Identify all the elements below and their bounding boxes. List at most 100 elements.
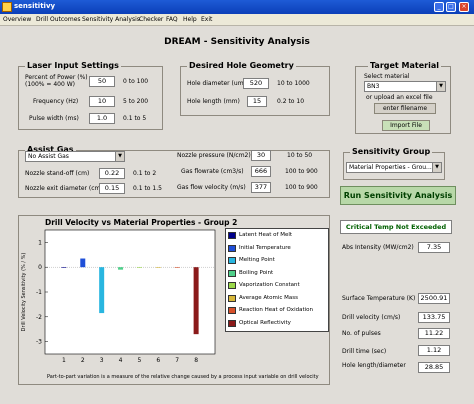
hole-ratio-label: Hole length/diameter [342,362,406,369]
frequency-input[interactable]: 10 [89,96,115,107]
menu-sensitivity-analysis[interactable]: Sensitivity Analysis [82,16,140,23]
x-tick-label: 1 [62,357,66,364]
surface-temp-value: 2500.91 [418,293,450,304]
menu-help[interactable]: Help [183,16,197,23]
gas-velocity-range: 100 to 900 [285,184,318,191]
sensitivity-group-dropdown[interactable]: Material Properties - Grou... ▼ [346,162,442,173]
menu-faq[interactable]: FAQ [166,16,178,23]
gas-flowrate-input[interactable]: 666 [251,166,271,177]
legend-label: Boiling Point [239,269,274,276]
hole-length-input[interactable]: 15 [247,96,267,107]
page-title: DREAM - Sensitivity Analysis [164,37,310,47]
standoff-label: Nozzle stand-off (cm) [25,170,90,177]
legend-swatch [228,319,236,327]
bar-8 [193,267,199,335]
percent-power-range: 0 to 100 [123,78,149,85]
gas-velocity-input[interactable]: 377 [251,182,271,193]
legend-swatch [228,244,236,252]
drill-velocity-label: Drill velocity (cm/s) [342,314,401,321]
laser-input-panel: Laser Input Settings Percent of Power (%… [18,61,163,130]
x-tick-label: 8 [194,357,198,364]
critical-temp-status: Critical Temp Not Exceeded [340,220,452,234]
y-tick-label: -3 [36,339,42,346]
frequency-label: Frequency (Hz) [33,98,79,105]
gas-velocity-label: Gas flow velocity (m/s) [177,184,246,191]
title-bar: sensititivy _ □ × [0,0,474,14]
plot-area [44,229,216,355]
frequency-range: 5 to 200 [123,98,149,105]
material-selected: BN3 [367,83,380,90]
app-icon [2,2,12,12]
exit-diameter-range: 0.1 to 1.5 [133,185,162,192]
bar-5 [136,267,142,268]
pulse-width-input[interactable]: 1.0 [89,113,115,124]
percent-power-sublabel: (100% = 400 W) [25,81,75,88]
x-tick-label: 3 [100,357,104,364]
menu-bar: Overview Drill Outcomes Sensitivity Anal… [0,14,474,26]
menu-exit[interactable]: Exit [201,16,212,23]
y-axis-label: Drill Velocity Sensitivity (% / %) [21,253,27,332]
legend-label: Initial Temperature [239,244,291,251]
bar-4 [118,267,124,270]
hole-diameter-input[interactable]: 520 [243,78,269,89]
drill-time-label: Drill time (sec) [342,348,387,355]
legend-label: Latent Heat of Melt [239,232,293,238]
legend-swatch [228,257,236,264]
assist-gas-selected: No Assist Gas [28,153,69,160]
abs-intensity-label: Abs Intensity (MW/cm2) [342,244,414,251]
pulse-width-range: 0.1 to 5 [123,115,147,122]
drill-time-value: 1.12 [418,345,450,356]
legend-swatch [228,269,236,277]
upload-label: or upload an excel file [366,94,433,101]
exit-diameter-input[interactable]: 0.15 [99,183,125,194]
legend-label: Vaporization Constant [239,282,300,288]
pulse-width-label: Pulse width (ms) [29,115,79,122]
percent-power-input[interactable]: 50 [89,76,115,87]
chart-legend: Latent Heat of Melt Initial Temperature Me… [225,228,329,332]
exit-diameter-label: Nozzle exit diameter (cm) [25,185,103,192]
hole-length-range: 0.2 to 10 [277,98,305,105]
nozzle-pressure-label: Nozzle pressure (N/cm2) [177,152,251,159]
legend-swatch [228,307,236,314]
menu-drill-outcomes[interactable]: Drill Outcomes [36,16,81,23]
legend-swatch [228,232,236,239]
chevron-down-icon: ▼ [432,163,441,172]
filename-input[interactable]: enter filename [374,103,436,114]
chevron-down-icon: ▼ [115,152,124,161]
hole-diameter-label: Hole diameter (um) [187,80,246,87]
y-tick-label: 1 [38,239,42,246]
gas-flowrate-label: Gas flowrate (cm3/s) [181,168,244,175]
target-material-panel: Target Material Select material BN3 ▼ or … [355,61,451,134]
sensitivity-group-panel: Sensitivity Group Material Properties - … [343,147,445,180]
material-dropdown[interactable]: BN3 ▼ [364,81,446,92]
bar-2 [80,258,86,268]
bar-7 [174,267,180,268]
window-title: sensititivy [14,2,56,10]
menu-overview[interactable]: Overview [3,16,31,23]
maximize-button[interactable]: □ [446,2,456,12]
nozzle-pressure-input[interactable]: 30 [251,150,271,161]
drill-velocity-value: 133.75 [418,312,450,323]
minimize-button[interactable]: _ [434,2,444,12]
close-button[interactable]: × [459,2,469,12]
run-sensitivity-button[interactable]: Run Sensitivity Analysis [340,186,456,205]
hole-geometry-panel: Desired Hole Geometry Hole diameter (um)… [180,61,330,116]
gas-flowrate-range: 100 to 900 [285,168,318,175]
select-material-label: Select material [364,73,410,80]
chevron-down-icon: ▼ [436,82,445,91]
x-axis-note: Part-to-part variation is a measure of t… [47,374,319,380]
menu-checker[interactable]: Checker [139,16,163,23]
sensitivity-group-title: Sensitivity Group [350,147,433,156]
assist-gas-dropdown[interactable]: No Assist Gas ▼ [25,151,125,162]
laser-panel-title: Laser Input Settings [25,61,121,70]
legend-label: Optical Reflectivity [239,319,291,326]
chart-panel: Drill Velocity vs Material Properties - … [18,215,330,385]
legend-swatch [228,282,236,289]
x-tick-label: 7 [175,357,179,364]
x-tick-label: 2 [81,357,85,364]
hole-diameter-range: 10 to 1000 [277,80,310,87]
standoff-input[interactable]: 0.22 [99,168,125,179]
import-file-button[interactable]: Import File [382,120,430,131]
y-tick-label: -1 [36,289,42,296]
x-tick-label: 6 [156,357,160,364]
